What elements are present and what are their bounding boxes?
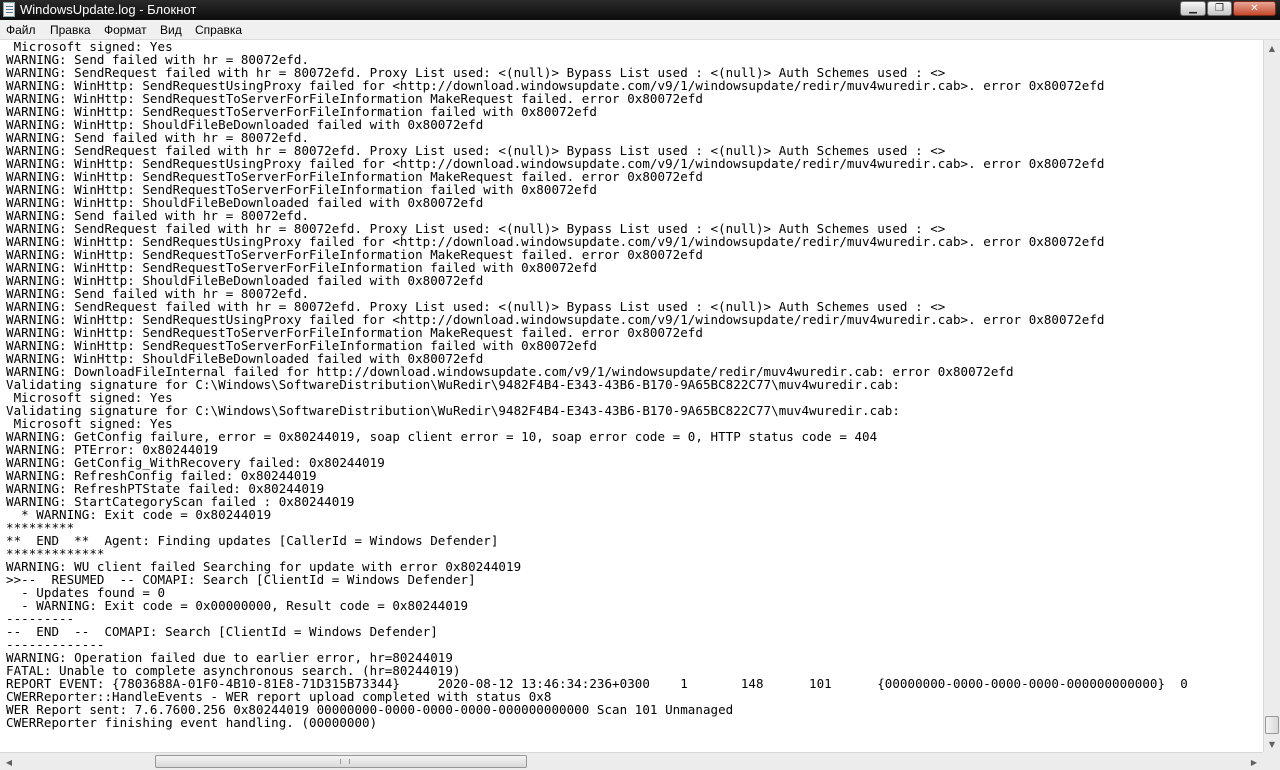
close-icon: ✕ xyxy=(1250,3,1259,14)
minimize-icon: ▁ xyxy=(1189,3,1197,14)
log-line: -- END -- COMAPI: Search [ClientId = Win… xyxy=(6,624,438,639)
menu-bar: Файл Правка Формат Вид Справка xyxy=(0,20,1280,40)
vertical-scroll-thumb[interactable] xyxy=(1265,716,1279,734)
menu-format[interactable]: Формат xyxy=(104,23,147,37)
size-grip xyxy=(1263,752,1280,770)
notepad-icon[interactable] xyxy=(3,2,15,17)
log-text[interactable]: Microsoft signed: Yes WARNING: Send faile… xyxy=(0,40,1263,729)
log-line: - WARNING: Exit code = 0x00000000, Resul… xyxy=(6,598,469,613)
window-title: WindowsUpdate.log - Блокнот xyxy=(20,2,197,17)
scroll-left-button[interactable]: ◀ xyxy=(1,754,17,770)
minimize-button[interactable]: ▁ xyxy=(1180,1,1206,16)
scroll-down-button[interactable]: ▼ xyxy=(1265,736,1279,752)
vertical-scrollbar[interactable]: ▲ ▼ xyxy=(1263,40,1280,752)
grip-icon xyxy=(340,759,350,764)
arrow-left-icon: ◀ xyxy=(5,757,13,767)
window-controls: ▁ ❐ ✕ xyxy=(1179,1,1276,18)
arrow-right-icon: ▶ xyxy=(1250,757,1258,767)
menu-file[interactable]: Файл xyxy=(6,23,36,37)
log-line: * WARNING: Exit code = 0x80244019 xyxy=(6,507,272,522)
menu-help[interactable]: Справка xyxy=(195,23,242,37)
maximize-icon: ❐ xyxy=(1215,3,1224,14)
horizontal-scrollbar[interactable]: ◀ ▶ xyxy=(0,752,1263,770)
title-bar[interactable]: WindowsUpdate.log - Блокнот ▁ ❐ ✕ xyxy=(0,0,1280,20)
scroll-up-button[interactable]: ▲ xyxy=(1265,40,1279,56)
log-line: Validating signature for C:\Windows\Soft… xyxy=(6,403,900,418)
scroll-right-button[interactable]: ▶ xyxy=(1246,754,1262,770)
log-line: Validating signature for C:\Windows\Soft… xyxy=(6,377,900,392)
maximize-button[interactable]: ❐ xyxy=(1207,1,1232,16)
text-editor[interactable]: Microsoft signed: Yes WARNING: Send faile… xyxy=(0,40,1263,752)
menu-view[interactable]: Вид xyxy=(160,23,182,37)
arrow-down-icon: ▼ xyxy=(1268,739,1276,749)
log-line: >>-- RESUMED -- COMAPI: Search [ClientId… xyxy=(6,572,476,587)
arrow-up-icon: ▲ xyxy=(1268,43,1276,53)
close-button[interactable]: ✕ xyxy=(1233,1,1276,16)
horizontal-scroll-thumb[interactable] xyxy=(155,755,527,768)
log-line: CWERReporter finishing event handling. (… xyxy=(6,715,378,730)
menu-edit[interactable]: Правка xyxy=(50,23,91,37)
log-line: ** END ** Agent: Finding updates [Caller… xyxy=(6,533,499,548)
